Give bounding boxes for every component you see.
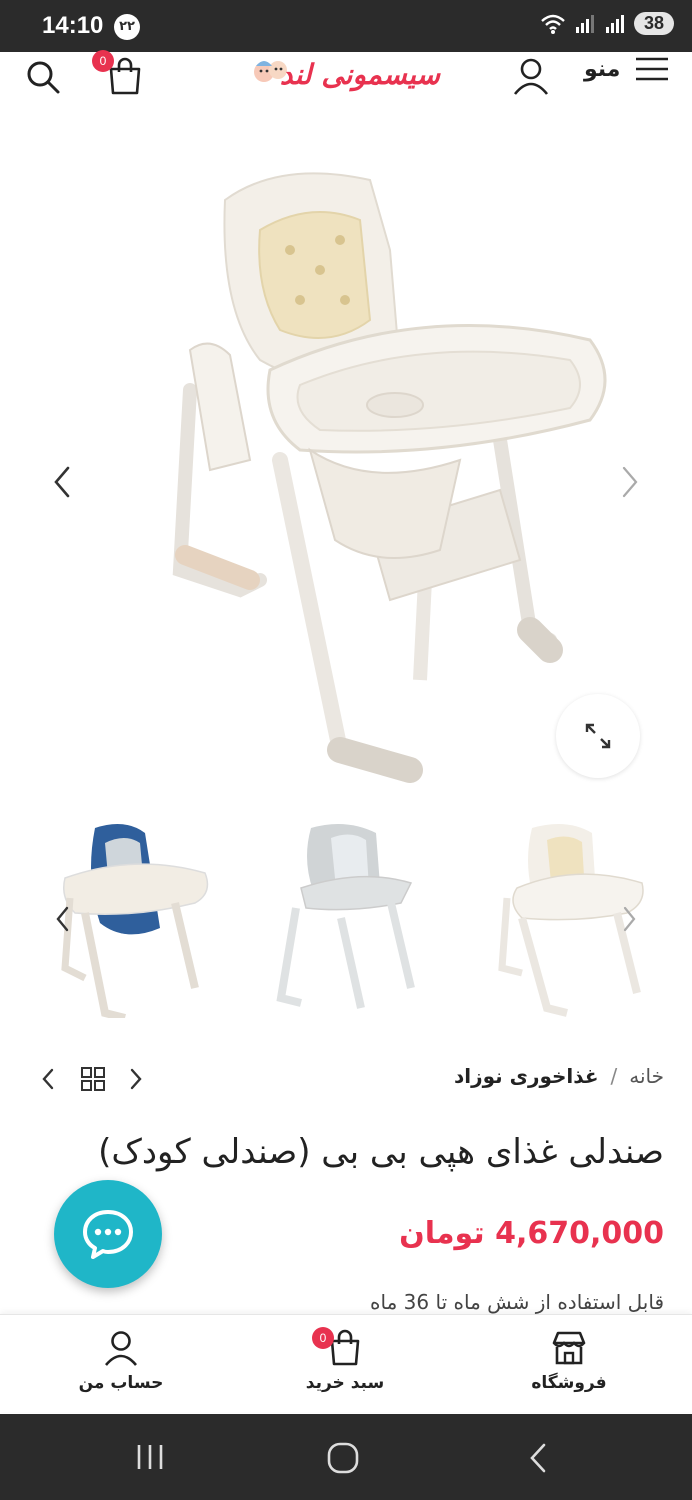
- breadcrumb-separator: /: [610, 1064, 618, 1088]
- thumbnail-strip: [0, 812, 692, 1032]
- chevron-right-icon: [622, 466, 638, 498]
- bottom-nav-shop-label: فروشگاه: [531, 1373, 607, 1393]
- breadcrumb-home-link[interactable]: خانه: [629, 1064, 664, 1088]
- store-icon: [552, 1331, 586, 1365]
- breadcrumb-category-link[interactable]: غذاخوری نوزاد: [454, 1064, 599, 1088]
- status-bar: 14:10 ۲۲ 38: [0, 0, 692, 52]
- back-button[interactable]: [526, 1442, 550, 1478]
- product-short-description: قابل استفاده از شش ماه تا 36 ماه: [370, 1290, 664, 1314]
- signal-icon-2: [605, 14, 624, 33]
- thumbnail-gray-chair[interactable]: [246, 812, 446, 1024]
- chevron-right-icon: [130, 1068, 142, 1090]
- status-icons: 38: [540, 12, 674, 35]
- site-logo[interactable]: سیسمونی لند: [250, 52, 440, 100]
- notification-count-badge: ۲۲: [114, 14, 140, 40]
- logo-text: سیسمونی لند: [279, 58, 440, 91]
- gallery-next-button[interactable]: [614, 462, 644, 502]
- breadcrumb-row: خانه / غذاخوری نوزاد: [0, 1058, 692, 1102]
- back-to-category-button[interactable]: [80, 1066, 106, 1096]
- bottom-nav-cart[interactable]: 0 سبد خرید: [270, 1327, 420, 1393]
- bottom-nav-cart-label: سبد خرید: [305, 1373, 385, 1393]
- expand-icon: [585, 723, 611, 749]
- menu-label: منو: [584, 56, 621, 82]
- gallery-prev-button[interactable]: [48, 462, 78, 502]
- grid-icon: [81, 1067, 105, 1091]
- bottom-nav-cart-count: 0: [312, 1327, 334, 1349]
- home-circle-icon: [327, 1442, 359, 1474]
- user-icon: [105, 1331, 137, 1366]
- next-product-button[interactable]: [124, 1066, 148, 1096]
- thumbnail-prev-button[interactable]: [52, 904, 74, 934]
- bottom-nav-shop[interactable]: فروشگاه: [494, 1329, 644, 1393]
- user-icon: [513, 58, 549, 95]
- product-main-image: [172, 172, 607, 783]
- header-cart-count: 0: [92, 50, 114, 72]
- product-title: صندلی غذای هپی بی بی (صندلی کودک): [98, 1132, 664, 1172]
- chevron-right-icon: [623, 906, 636, 932]
- hamburger-icon: [636, 57, 669, 81]
- system-navigation-bar: [0, 1414, 692, 1500]
- thumbnail-next-button[interactable]: [618, 904, 640, 934]
- site-header: 0 سیسمونی لند منو: [0, 50, 692, 102]
- menu-button[interactable]: منو: [584, 54, 670, 84]
- chat-button[interactable]: [54, 1180, 162, 1288]
- chevron-left-icon: [54, 466, 70, 498]
- chevron-left-icon: [42, 1068, 54, 1090]
- back-chevron-icon: [530, 1443, 546, 1473]
- search-button[interactable]: [24, 58, 62, 100]
- recent-apps-icon: [137, 1445, 163, 1469]
- previous-product-button[interactable]: [36, 1066, 60, 1096]
- product-price: 4,670,000 تومان: [399, 1216, 664, 1251]
- recent-apps-button[interactable]: [134, 1442, 166, 1476]
- search-icon: [27, 61, 60, 94]
- bottom-nav-account-label: حساب من: [78, 1373, 164, 1393]
- breadcrumb: خانه / غذاخوری نوزاد: [454, 1064, 664, 1088]
- signal-icon: [575, 14, 594, 33]
- header-account-button[interactable]: [512, 56, 550, 100]
- home-button[interactable]: [326, 1442, 360, 1478]
- zoom-button[interactable]: [556, 694, 640, 778]
- wifi-icon: [541, 14, 565, 34]
- chat-icon: [83, 1210, 133, 1259]
- product-main-gallery[interactable]: [0, 120, 692, 810]
- bottom-nav-account[interactable]: حساب من: [46, 1329, 196, 1393]
- thumbnail-image: [276, 824, 415, 1009]
- status-time: 14:10: [42, 12, 104, 39]
- bottom-navigation: حساب من 0 سبد خرید فروشگاه: [0, 1314, 692, 1412]
- battery-level: 38: [633, 12, 674, 35]
- chevron-left-icon: [56, 906, 69, 932]
